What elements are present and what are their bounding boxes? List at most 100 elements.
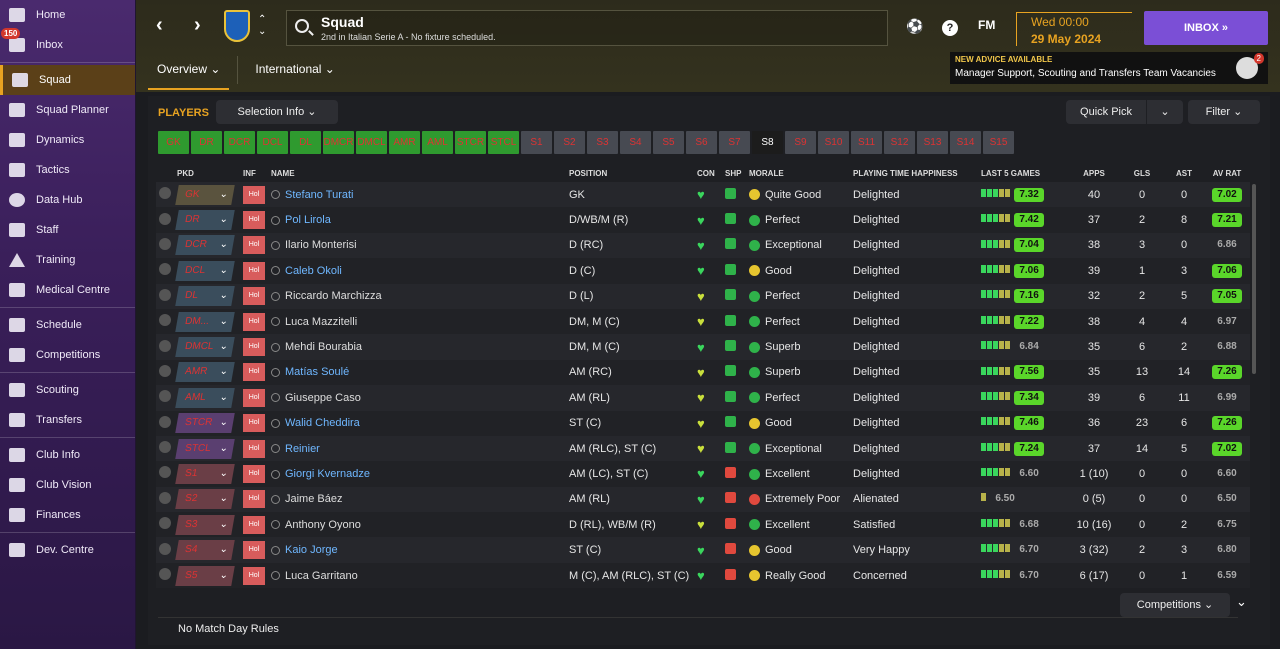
sidebar-item-schedule[interactable]: Schedule bbox=[0, 310, 135, 340]
info-badge[interactable]: Hol bbox=[243, 261, 265, 280]
player-name[interactable]: Pol Lirola bbox=[285, 214, 331, 226]
sidebar-item-inbox[interactable]: 150 Inbox bbox=[0, 28, 135, 60]
player-row[interactable]: GK ⌄ Hol Stefano Turati GK ♥ Quite Good Delight… bbox=[156, 182, 1250, 208]
fm-logo[interactable]: FM bbox=[978, 18, 995, 32]
position-button-s10[interactable]: S10 bbox=[818, 131, 849, 154]
select-checkbox[interactable] bbox=[159, 288, 171, 301]
player-name[interactable]: Reinier bbox=[285, 443, 320, 455]
player-row[interactable]: S4 ⌄ Hol Kaio Jorge ST (C) ♥ Good Very Happy 6.… bbox=[156, 537, 1250, 563]
player-name[interactable]: Luca Garritano bbox=[285, 570, 358, 582]
picked-position-dropdown[interactable]: DCL ⌄ bbox=[175, 260, 235, 281]
select-checkbox[interactable] bbox=[159, 314, 171, 327]
player-row[interactable]: STCR ⌄ Hol Walid Cheddira ST (C) ♥ Good Delight… bbox=[156, 410, 1250, 436]
club-crest-icon[interactable] bbox=[224, 10, 250, 42]
select-checkbox[interactable] bbox=[159, 517, 171, 530]
picked-position-dropdown[interactable]: S3 ⌄ bbox=[175, 514, 235, 535]
search-bar[interactable]: Squad 2nd in Italian Serie A - No fixtur… bbox=[286, 10, 888, 46]
info-badge[interactable]: Hol bbox=[243, 388, 265, 407]
position-button-s6[interactable]: S6 bbox=[686, 131, 717, 154]
col-header-apps[interactable]: APPS bbox=[1068, 164, 1120, 182]
info-badge[interactable]: Hol bbox=[243, 464, 265, 483]
picked-position-dropdown[interactable]: DR ⌄ bbox=[175, 210, 235, 231]
player-name[interactable]: Caleb Okoli bbox=[285, 265, 342, 277]
position-button-s4[interactable]: S4 bbox=[620, 131, 651, 154]
player-row[interactable]: AML ⌄ Hol Giuseppe Caso AM (RL) ♥ Perfect Delig… bbox=[156, 385, 1250, 411]
select-checkbox[interactable] bbox=[159, 263, 171, 276]
picked-position-dropdown[interactable]: S1 ⌄ bbox=[175, 463, 235, 484]
info-badge[interactable]: Hol bbox=[243, 363, 265, 382]
position-button-s8[interactable]: S8 bbox=[752, 131, 783, 154]
sidebar-item-squad[interactable]: Squad bbox=[0, 65, 135, 95]
sidebar-item-training[interactable]: Training bbox=[0, 245, 135, 275]
col-header-ast[interactable]: AST bbox=[1164, 164, 1204, 182]
picked-position-dropdown[interactable]: DM... ⌄ bbox=[175, 311, 235, 332]
info-badge[interactable]: Hol bbox=[243, 185, 265, 204]
select-checkbox[interactable] bbox=[159, 542, 171, 555]
position-button-dr[interactable]: DR bbox=[191, 131, 222, 154]
select-checkbox[interactable] bbox=[159, 466, 171, 479]
player-name[interactable]: Ilario Monterisi bbox=[285, 239, 357, 251]
position-button-gk[interactable]: GK bbox=[158, 131, 189, 154]
player-name[interactable]: Walid Cheddira bbox=[285, 417, 360, 429]
position-button-amr[interactable]: AMR bbox=[389, 131, 420, 154]
advice-panel[interactable]: NEW ADVICE AVAILABLE Manager Support, Sc… bbox=[950, 52, 1268, 84]
player-name[interactable]: Kaio Jorge bbox=[285, 544, 338, 556]
position-button-s14[interactable]: S14 bbox=[950, 131, 981, 154]
table-scrollbar[interactable] bbox=[1252, 184, 1256, 374]
position-button-s7[interactable]: S7 bbox=[719, 131, 750, 154]
col-header-gls[interactable]: GLS bbox=[1120, 164, 1164, 182]
player-name[interactable]: Stefano Turati bbox=[285, 189, 354, 201]
position-button-s9[interactable]: S9 bbox=[785, 131, 816, 154]
info-badge[interactable]: Hol bbox=[243, 566, 265, 585]
position-button-dl[interactable]: DL bbox=[290, 131, 321, 154]
sidebar-item-squad-planner[interactable]: Squad Planner bbox=[0, 95, 135, 125]
player-row[interactable]: DR ⌄ Hol Pol Lirola D/WB/M (R) ♥ Perfect Deligh… bbox=[156, 207, 1250, 233]
player-row[interactable]: S1 ⌄ Hol Giorgi Kvernadze AM (LC), ST (C) ♥ Ex… bbox=[156, 461, 1250, 487]
sidebar-item-finances[interactable]: Finances bbox=[0, 500, 135, 530]
sidebar-item-transfers[interactable]: Transfers bbox=[0, 405, 135, 435]
position-button-s15[interactable]: S15 bbox=[983, 131, 1014, 154]
player-row[interactable]: DCL ⌄ Hol Caleb Okoli D (C) ♥ Good Delighted 7.… bbox=[156, 258, 1250, 284]
sidebar-item-data-hub[interactable]: Data Hub bbox=[0, 185, 135, 215]
tab-international[interactable]: International ⌄ bbox=[246, 54, 343, 90]
sidebar-item-competitions[interactable]: Competitions bbox=[0, 340, 135, 370]
info-badge[interactable]: Hol bbox=[243, 490, 265, 509]
info-badge[interactable]: Hol bbox=[243, 541, 265, 560]
player-name[interactable]: Giorgi Kvernadze bbox=[285, 468, 370, 480]
select-checkbox[interactable] bbox=[159, 390, 171, 403]
info-badge[interactable]: Hol bbox=[243, 211, 265, 230]
col-header-inf[interactable]: INF bbox=[240, 164, 268, 182]
sidebar-item-tactics[interactable]: Tactics bbox=[0, 155, 135, 185]
player-name[interactable]: Matías Soulé bbox=[285, 366, 349, 378]
player-name[interactable]: Jaime Báez bbox=[285, 493, 342, 505]
picked-position-dropdown[interactable]: AMR ⌄ bbox=[175, 362, 235, 383]
position-button-dcr[interactable]: DCR bbox=[224, 131, 255, 154]
player-row[interactable]: DM... ⌄ Hol Luca Mazzitelli DM, M (C) ♥ Perfec… bbox=[156, 308, 1250, 335]
position-button-stcl[interactable]: STCL bbox=[488, 131, 519, 154]
select-checkbox[interactable] bbox=[159, 187, 171, 200]
select-checkbox[interactable] bbox=[159, 491, 171, 504]
picked-position-dropdown[interactable]: DCR ⌄ bbox=[175, 235, 235, 256]
select-checkbox[interactable] bbox=[159, 364, 171, 377]
player-row[interactable]: S5 ⌄ Hol Luca Garritano M (C), AM (RLC), ST … bbox=[156, 562, 1250, 589]
quick-pick-dropdown[interactable]: ⌄ bbox=[1147, 100, 1183, 124]
position-button-s11[interactable]: S11 bbox=[851, 131, 882, 154]
position-button-stcr[interactable]: STCR bbox=[455, 131, 486, 154]
info-badge[interactable]: Hol bbox=[243, 338, 265, 357]
position-button-s13[interactable]: S13 bbox=[917, 131, 948, 154]
position-button-s3[interactable]: S3 bbox=[587, 131, 618, 154]
player-name[interactable]: Luca Mazzitelli bbox=[285, 316, 357, 328]
help-icon[interactable]: ? bbox=[942, 20, 958, 36]
picked-position-dropdown[interactable]: S4 ⌄ bbox=[175, 540, 235, 561]
game-date[interactable]: Wed 00:00 29 May 2024 bbox=[1016, 12, 1132, 46]
col-header-shp[interactable]: SHP bbox=[722, 164, 746, 182]
select-checkbox[interactable] bbox=[159, 237, 171, 250]
position-button-s1[interactable]: S1 bbox=[521, 131, 552, 154]
sidebar-item-home[interactable]: Home bbox=[0, 0, 135, 30]
info-badge[interactable]: Hol bbox=[243, 414, 265, 433]
select-checkbox[interactable] bbox=[159, 441, 171, 454]
filter-button[interactable]: Filter ⌄ bbox=[1188, 100, 1260, 124]
player-name[interactable]: Riccardo Marchizza bbox=[285, 290, 382, 302]
inbox-button[interactable]: INBOX » bbox=[1144, 11, 1268, 45]
player-row[interactable]: STCL ⌄ Hol Reinier AM (RLC), ST (C) ♥ Exceptio… bbox=[156, 435, 1250, 462]
